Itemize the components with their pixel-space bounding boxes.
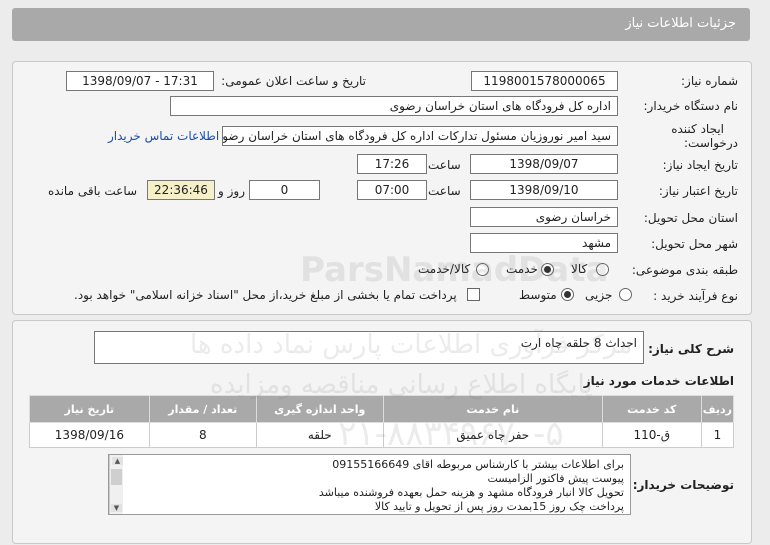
col-quantity: تعداد / مقدار <box>148 395 257 423</box>
category-option-goods: کالا <box>571 262 588 276</box>
services-table: ردیف کد خدمت نام خدمت واحد اندازه گیری ت… <box>29 395 735 448</box>
services-title: اطلاعات خدمات مورد نیاز <box>583 374 734 388</box>
announce-label: تاریخ و ساعت اعلان عمومی: <box>221 74 366 88</box>
days-remaining-field: 0 <box>249 180 320 200</box>
validity-time-label: ساعت <box>428 184 461 198</box>
create-time-label: ساعت <box>428 158 461 172</box>
cell-need-date: 1398/09/16 <box>29 422 150 448</box>
validity-time-field: 07:00 <box>357 180 427 200</box>
need-number-label: شماره نیاز: <box>681 74 738 88</box>
category-radio-goods-service[interactable] <box>476 263 489 276</box>
cell-row-number: 1 <box>700 422 735 448</box>
buyer-field: اداره کل فرودگاه های استان خراسان رضوی <box>170 96 618 116</box>
create-date-label: تاریخ ایجاد نیاز: <box>662 158 738 172</box>
city-label: شهر محل تحویل: <box>651 237 738 251</box>
days-label: روز و <box>218 184 245 198</box>
buyer-label: نام دستگاه خریدار: <box>643 99 739 113</box>
note-line: برای اطلاعات بیشتر با کارشناس مربوطه اقا… <box>332 458 624 471</box>
col-unit: واحد اندازه گیری <box>255 395 384 423</box>
validity-date-label: تاریخ اعتبار نیاز: <box>658 184 738 198</box>
notes-text: برای اطلاعات بیشتر با کارشناس مربوطه اقا… <box>130 458 630 514</box>
province-field: خراسان رضوی <box>470 207 618 227</box>
cell-unit: حلقه <box>255 422 384 448</box>
category-option-service: خدمت <box>506 262 538 276</box>
creator-field: سید امیر نوروزیان مسئول تدارکات اداره کل… <box>222 126 618 146</box>
notes-scrollbar[interactable]: ▲ ▼ <box>109 455 123 514</box>
scroll-down-icon[interactable]: ▼ <box>111 504 122 512</box>
contact-buyer-link[interactable]: اطلاعات تماس خریدار <box>108 129 219 143</box>
process-label: نوع فرآیند خرید : <box>653 289 738 303</box>
creator-label-line2: درخواست: <box>684 136 738 150</box>
note-line: پیوست پیش فاکتور الزامیست <box>487 472 625 485</box>
process-radio-minor[interactable] <box>619 288 632 301</box>
category-label: طبقه بندی موضوعی: <box>631 263 738 277</box>
category-option-goods-service: کالا/خدمت <box>418 262 471 276</box>
payment-note: پرداخت تمام یا بخشی از مبلغ خرید،از محل … <box>74 288 457 302</box>
category-radio-service[interactable] <box>541 263 554 276</box>
note-line: تحویل کالا انبار فرودگاه مشهد و هزینه حم… <box>318 486 624 499</box>
buyer-notes-label: توضیحات خریدار: <box>632 478 734 492</box>
page-header: جزئیات اطلاعات نیاز <box>12 8 750 41</box>
announce-field: 1398/09/07 - 17:31 <box>66 71 214 91</box>
province-label: استان محل تحویل: <box>643 211 738 225</box>
time-remaining-field: 22:36:46 <box>147 180 215 200</box>
col-row-number: ردیف <box>700 395 735 423</box>
cell-service-code: ق-110 <box>601 422 702 448</box>
creator-label-line1: ایجاد کننده <box>671 122 724 136</box>
category-radio-goods[interactable] <box>596 263 609 276</box>
create-time-field: 17:26 <box>357 154 427 174</box>
summary-field: احداث 8 حلقه چاه ارت <box>94 331 644 364</box>
services-header-row: ردیف کد خدمت نام خدمت واحد اندازه گیری ت… <box>29 395 735 423</box>
time-remaining-label: ساعت باقی مانده <box>48 184 138 198</box>
process-radio-medium[interactable] <box>561 288 574 301</box>
cell-quantity: 8 <box>148 422 257 448</box>
process-option-medium: متوسط <box>519 288 557 302</box>
city-field: مشهد <box>470 233 618 253</box>
buyer-notes-box[interactable]: ▲ ▼ برای اطلاعات بیشتر با کارشناس مربوطه… <box>108 454 631 515</box>
create-date-field: 1398/09/07 <box>470 154 618 174</box>
note-line: پرداخت چک روز 15بمدت روز پس از تحویل و ت… <box>374 500 624 513</box>
validity-date-field: 1398/09/10 <box>470 180 618 200</box>
process-option-minor: جزیی <box>585 288 613 302</box>
summary-label: شرح کلی نیاز: <box>648 342 734 356</box>
scroll-thumb[interactable] <box>111 469 122 485</box>
col-service-code: کد خدمت <box>601 395 702 423</box>
col-service-name: نام خدمت <box>382 395 603 423</box>
need-number-field: 1198001578000065 <box>471 71 618 91</box>
treasury-bonds-checkbox[interactable] <box>467 288 480 301</box>
cell-service-name: حفر چاه عمیق <box>382 422 603 448</box>
page-title: جزئیات اطلاعات نیاز <box>625 16 736 31</box>
col-need-date: تاریخ نیاز <box>29 395 150 423</box>
table-row: 1 ق-110 حفر چاه عمیق حلقه 8 1398/09/16 <box>29 422 735 448</box>
scroll-up-icon[interactable]: ▲ <box>112 457 123 465</box>
